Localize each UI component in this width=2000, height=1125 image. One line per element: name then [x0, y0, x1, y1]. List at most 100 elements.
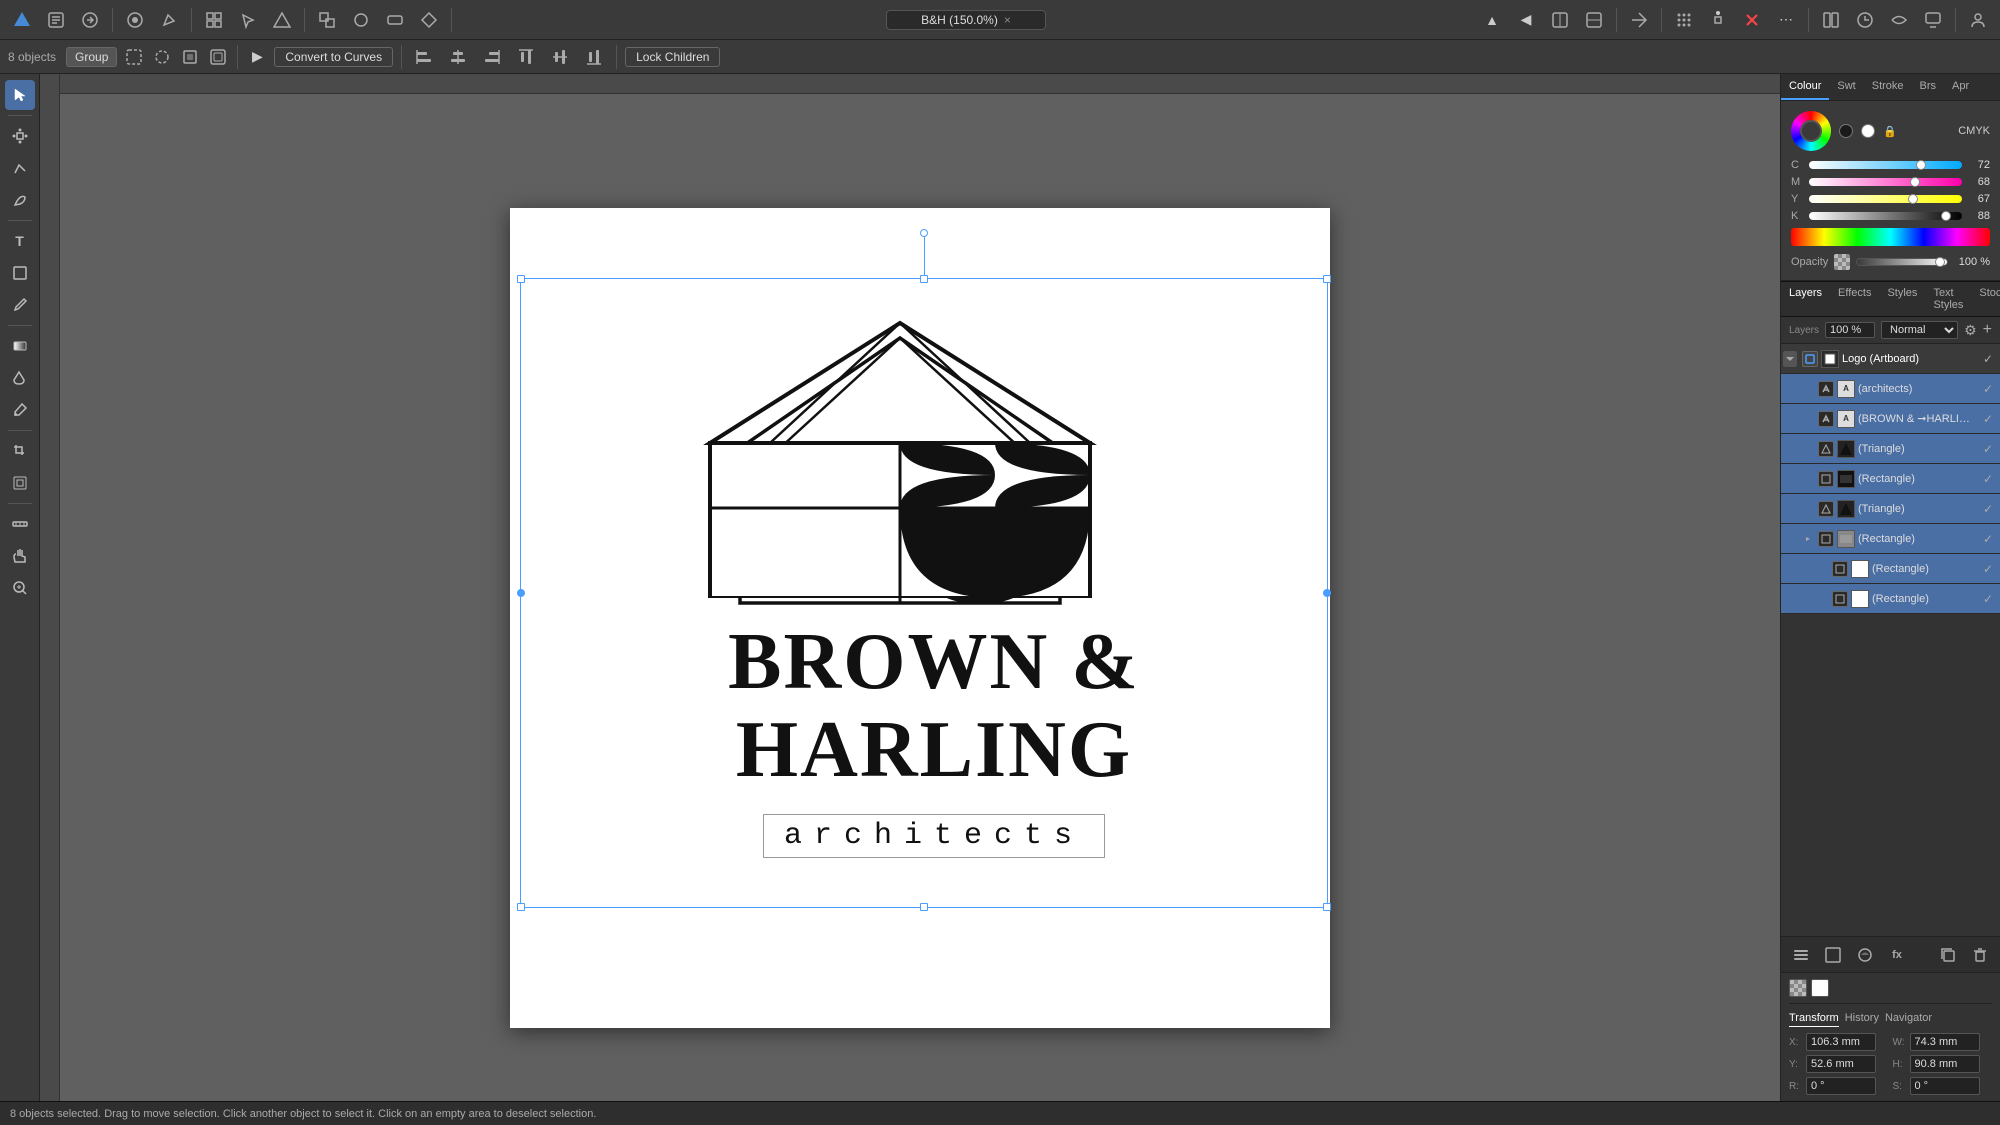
select-icon[interactable]	[234, 6, 262, 34]
eyedropper-tool[interactable]	[5, 395, 35, 425]
layer-check-architects[interactable]: ✓	[1980, 381, 1996, 397]
select-tool[interactable]	[5, 80, 35, 110]
nav-icon-1[interactable]: ▲	[1478, 6, 1506, 34]
align-bottom-icon[interactable]	[580, 43, 608, 71]
studio-icon-2[interactable]	[1851, 6, 1879, 34]
layer-item-architects[interactable]: A (architects) ✓	[1781, 374, 2000, 404]
app-icon-affinity[interactable]	[8, 6, 36, 34]
opacity-thumb[interactable]	[1935, 257, 1945, 267]
arrange-icon-4[interactable]	[415, 6, 443, 34]
layer-item-rect-white-1[interactable]: (Rectangle) ✓	[1781, 554, 2000, 584]
arrange-icon[interactable]	[207, 46, 229, 68]
arrange-icon-1[interactable]	[313, 6, 341, 34]
r-input[interactable]	[1806, 1077, 1876, 1095]
tab-layers[interactable]: Layers	[1781, 282, 1830, 316]
rect-group-expand[interactable]	[1801, 532, 1815, 546]
layer-check-rect1[interactable]: ✓	[1980, 471, 1996, 487]
crop-tool[interactable]	[5, 436, 35, 466]
grid-dots-icon[interactable]	[1670, 6, 1698, 34]
m-slider[interactable]	[1809, 178, 1962, 186]
layer-vis-rect1[interactable]	[1818, 471, 1834, 487]
more-icon[interactable]: ⋯	[1772, 6, 1800, 34]
text-tool[interactable]: T	[5, 226, 35, 256]
layer-item-rect-1[interactable]: (Rectangle) ✓	[1781, 464, 2000, 494]
layer-vis-rect-group[interactable]	[1818, 531, 1834, 547]
tab-stock[interactable]: Stock	[1971, 282, 2000, 316]
layers-stack-icon[interactable]	[1789, 943, 1813, 967]
hand-tool[interactable]	[5, 541, 35, 571]
k-slider[interactable]	[1809, 212, 1962, 220]
tab-swt[interactable]: Swt	[1829, 74, 1863, 100]
layer-vis-artboard[interactable]	[1802, 351, 1818, 367]
y-thumb[interactable]	[1908, 194, 1918, 204]
gradient-tool[interactable]	[5, 331, 35, 361]
align-center-icon[interactable]	[444, 43, 472, 71]
node-tool[interactable]	[5, 121, 35, 151]
layer-check-rw2[interactable]: ✓	[1980, 591, 1996, 607]
layer-vis-rw2[interactable]	[1832, 591, 1848, 607]
colour-dot-1[interactable]	[1839, 124, 1853, 138]
layer-vis-tri1[interactable]	[1818, 441, 1834, 457]
layer-vis-architects[interactable]	[1818, 381, 1834, 397]
layers-delete-icon[interactable]	[1968, 943, 1992, 967]
transform-tab-navigator[interactable]: Navigator	[1885, 1010, 1932, 1027]
tab-apr[interactable]: Apr	[1944, 74, 1977, 100]
title-close[interactable]: ×	[1004, 13, 1011, 27]
convert-button[interactable]: Convert to Curves	[274, 47, 393, 67]
x-input[interactable]	[1806, 1033, 1876, 1051]
k-thumb[interactable]	[1941, 211, 1951, 221]
layer-vis-brown[interactable]	[1818, 411, 1834, 427]
layer-item-rect-white-2[interactable]: (Rectangle) ✓	[1781, 584, 2000, 614]
blend-mode-select[interactable]: Normal	[1881, 321, 1958, 339]
layer-check-tri2[interactable]: ✓	[1980, 501, 1996, 517]
transform-tab-history[interactable]: History	[1845, 1010, 1879, 1027]
align-top-icon[interactable]	[512, 43, 540, 71]
layer-vis-rw1[interactable]	[1832, 561, 1848, 577]
layer-check-artboard[interactable]: ✓	[1980, 351, 1996, 367]
arrange-icon-3[interactable]	[381, 6, 409, 34]
transform-tool[interactable]	[5, 468, 35, 498]
h-input[interactable]	[1910, 1055, 1980, 1073]
layer-check-rect-group[interactable]: ✓	[1980, 531, 1996, 547]
layers-opacity-input[interactable]	[1825, 322, 1875, 338]
align-right-icon[interactable]	[478, 43, 506, 71]
layer-item-artboard[interactable]: Logo (Artboard) ✓	[1781, 344, 2000, 374]
y-input[interactable]	[1806, 1055, 1876, 1073]
studio-icon-4[interactable]	[1919, 6, 1947, 34]
colour-gradient-bar[interactable]	[1791, 228, 1990, 246]
align-left-icon[interactable]	[410, 43, 438, 71]
c-slider[interactable]	[1809, 161, 1962, 169]
layers-fx-icon[interactable]: fx	[1885, 943, 1909, 967]
layer-item-brown-harling[interactable]: A (BROWN & ➞HARLING) ✓	[1781, 404, 2000, 434]
nav-icon-4[interactable]	[1580, 6, 1608, 34]
transform-icon[interactable]	[179, 46, 201, 68]
studio-icon-1[interactable]	[1817, 6, 1845, 34]
tab-styles[interactable]: Styles	[1879, 282, 1925, 316]
tab-stroke[interactable]: Stroke	[1864, 74, 1912, 100]
node-icon[interactable]	[1704, 6, 1732, 34]
tab-text-styles[interactable]: Text Styles	[1925, 282, 1971, 316]
transform-tab-transform[interactable]: Transform	[1789, 1010, 1839, 1027]
layers-gear-icon[interactable]: ⚙	[1964, 322, 1977, 339]
play-icon[interactable]: ▶	[246, 46, 268, 68]
layer-item-rect-group[interactable]: (Rectangle) ✓	[1781, 524, 2000, 554]
file-icon[interactable]	[42, 6, 70, 34]
layers-artboard-icon[interactable]	[1821, 943, 1845, 967]
m-thumb[interactable]	[1910, 177, 1920, 187]
tab-effects[interactable]: Effects	[1830, 282, 1879, 316]
layer-check-brown[interactable]: ✓	[1980, 411, 1996, 427]
tab-colour[interactable]: Colour	[1781, 74, 1829, 100]
c-thumb[interactable]	[1916, 160, 1926, 170]
select-all-icon[interactable]	[123, 46, 145, 68]
pen-icon[interactable]	[155, 6, 183, 34]
canvas-area[interactable]: BROWN & HARLING architects	[40, 74, 1780, 1101]
view-icon[interactable]	[121, 6, 149, 34]
select-icon-2[interactable]	[151, 46, 173, 68]
share-icon[interactable]	[76, 6, 104, 34]
group-button[interactable]: Group	[66, 47, 117, 67]
shape-tool[interactable]	[5, 258, 35, 288]
fill-tool[interactable]	[5, 363, 35, 393]
red-icon[interactable]	[1738, 6, 1766, 34]
swatch-checker[interactable]	[1789, 979, 1807, 997]
zoom-tool[interactable]	[5, 573, 35, 603]
